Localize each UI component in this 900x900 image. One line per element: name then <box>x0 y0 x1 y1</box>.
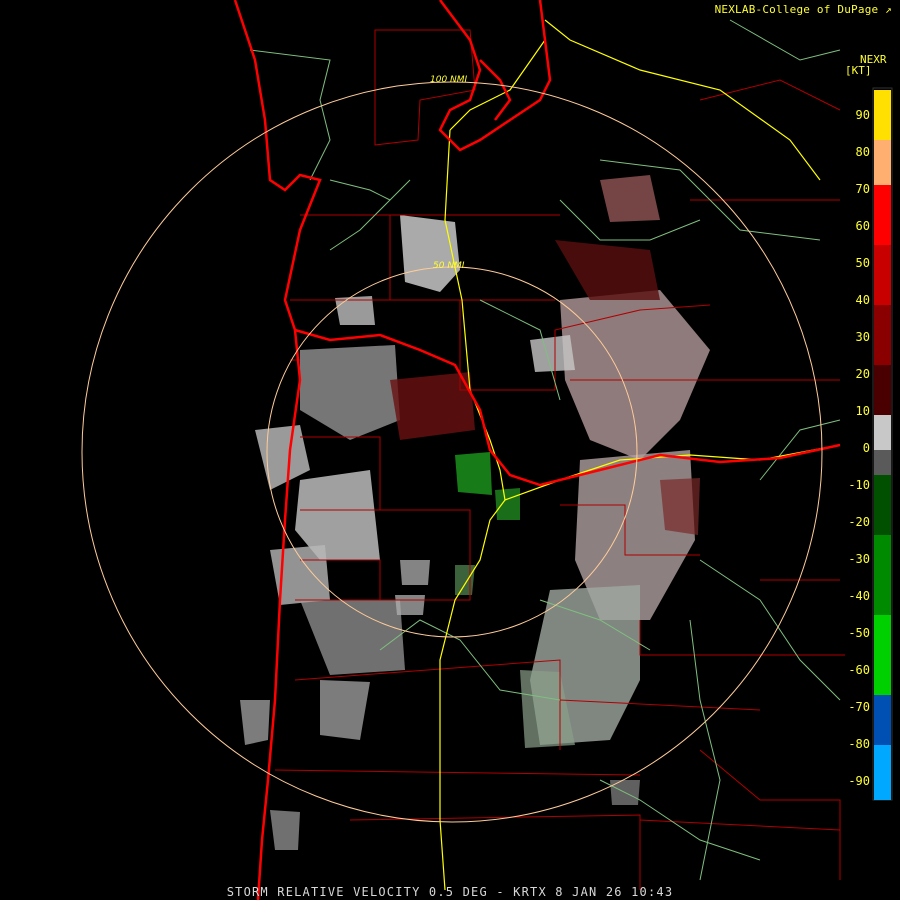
rivers <box>249 19 841 881</box>
units-label: [KT] <box>845 64 872 77</box>
legend-tick: 80 <box>855 145 870 159</box>
legend-tick: -20 <box>848 515 870 529</box>
product-caption: STORM RELATIVE VELOCITY 0.5 DEG - KRTX 8… <box>226 885 674 899</box>
legend-tick: -30 <box>848 552 870 566</box>
legend-tick: -60 <box>848 663 870 677</box>
ring-label-50: 50 NMI <box>433 261 465 271</box>
legend-tick: 0 <box>862 441 870 455</box>
legend-tick: 90 <box>855 108 870 122</box>
legend-tick: -10 <box>848 478 870 492</box>
legend-tick: 60 <box>855 219 870 233</box>
legend-tick: -40 <box>848 589 870 603</box>
legend-tick: -50 <box>848 626 870 640</box>
radar-map: 100 NMI 50 NMI <box>81 0 893 900</box>
velocity-color-scale <box>872 87 893 801</box>
legend-tick: 20 <box>855 367 870 381</box>
credit-label[interactable]: NEXLAB-College of DuPage ↗ <box>715 3 892 16</box>
echo-layer <box>240 175 710 850</box>
range-rings <box>81 81 823 823</box>
state-borders <box>233 0 841 900</box>
legend-tick: 70 <box>855 182 870 196</box>
legend-tick: -70 <box>848 700 870 714</box>
external-link-icon[interactable]: ↗ <box>885 3 892 16</box>
credit-text: NEXLAB-College of DuPage <box>714 3 879 16</box>
legend-tick: -90 <box>848 774 870 788</box>
range-ring-100 <box>81 81 823 823</box>
legend-tick: 40 <box>855 293 870 307</box>
legend-tick: 30 <box>855 330 870 344</box>
ring-label-100: 100 NMI <box>430 75 468 85</box>
legend-tick: 50 <box>855 256 870 270</box>
legend-tick: 10 <box>855 404 870 418</box>
legend-tick: -80 <box>848 737 870 751</box>
